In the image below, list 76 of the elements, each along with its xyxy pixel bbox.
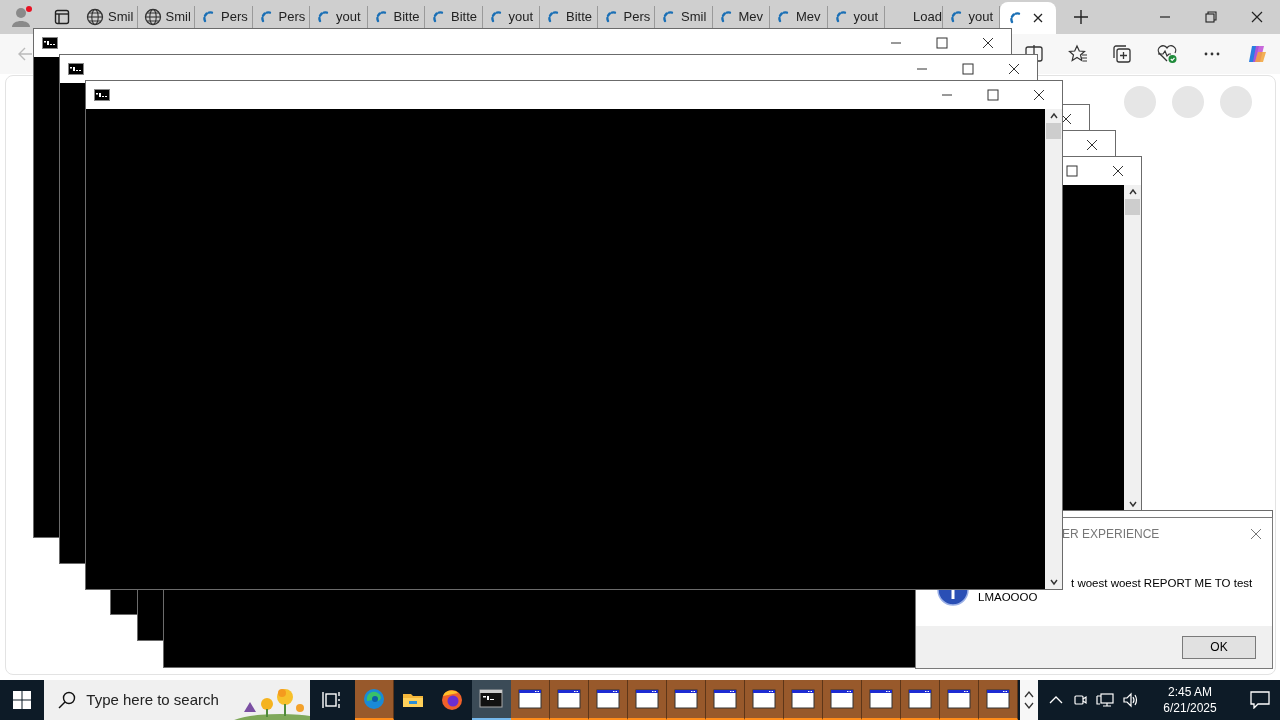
taskbar-app-button[interactable] bbox=[354, 680, 394, 720]
window-icon bbox=[712, 687, 737, 711]
close-icon[interactable] bbox=[1008, 63, 1020, 75]
console-icon bbox=[94, 89, 110, 101]
taskbar-app-button[interactable] bbox=[978, 680, 1018, 720]
close-tab-icon[interactable] bbox=[1032, 12, 1044, 24]
maximize-icon[interactable] bbox=[1066, 165, 1078, 177]
window-icon bbox=[673, 687, 698, 711]
browser-swirl-icon bbox=[361, 687, 386, 711]
camera-icon[interactable] bbox=[1072, 692, 1088, 708]
profile-icon[interactable] bbox=[11, 6, 33, 28]
task-view-icon[interactable] bbox=[322, 691, 343, 709]
volume-icon[interactable] bbox=[1122, 692, 1140, 708]
window-icon bbox=[595, 687, 620, 711]
scroll-down-icon[interactable] bbox=[1023, 702, 1034, 710]
notifications-icon[interactable] bbox=[1250, 691, 1270, 709]
window-icon bbox=[868, 687, 893, 711]
dialog-title: ER EXPERIENCE bbox=[1061, 526, 1160, 543]
close-icon[interactable] bbox=[1251, 11, 1263, 23]
taskbar-app-button[interactable] bbox=[549, 680, 589, 720]
taskbar-app-button[interactable] bbox=[900, 680, 940, 720]
search-icon bbox=[58, 691, 77, 709]
maximize-icon[interactable] bbox=[936, 37, 948, 49]
tab-actions-icon[interactable] bbox=[54, 9, 70, 25]
window-icon bbox=[751, 687, 776, 711]
maximize-icon[interactable] bbox=[987, 89, 999, 101]
globe-icon bbox=[143, 8, 162, 26]
scrollbar[interactable] bbox=[1045, 109, 1062, 589]
taskbar-app-button[interactable] bbox=[783, 680, 823, 720]
taskbar-app-button[interactable] bbox=[939, 680, 979, 720]
close-icon[interactable] bbox=[1060, 113, 1072, 125]
taskbar-app-button[interactable] bbox=[666, 680, 706, 720]
copilot-icon[interactable] bbox=[1246, 43, 1268, 65]
scroll-thumb[interactable] bbox=[1046, 123, 1061, 139]
taskbar-app-button[interactable] bbox=[705, 680, 745, 720]
favorites-icon[interactable] bbox=[1068, 44, 1088, 64]
network-icon[interactable] bbox=[1096, 692, 1114, 708]
close-icon[interactable] bbox=[1033, 89, 1045, 101]
globe-icon bbox=[86, 8, 104, 26]
browser-tab[interactable] bbox=[1000, 2, 1056, 34]
dialog-message: t woest woest REPORT ME TO test bbox=[1071, 576, 1253, 591]
window-icon bbox=[907, 687, 932, 711]
window-icon bbox=[517, 687, 542, 711]
taskbar-app-button[interactable] bbox=[627, 680, 667, 720]
console-icon bbox=[42, 37, 58, 49]
taskbar-app-button[interactable] bbox=[471, 680, 511, 720]
collections-icon[interactable] bbox=[1112, 44, 1132, 64]
close-icon[interactable] bbox=[1086, 139, 1098, 151]
taskbar-app-button[interactable] bbox=[588, 680, 628, 720]
window-icon bbox=[790, 687, 815, 711]
scrollbar[interactable] bbox=[1124, 185, 1141, 511]
close-icon[interactable] bbox=[982, 37, 994, 49]
window-icon bbox=[634, 687, 659, 711]
scroll-up-icon[interactable] bbox=[1023, 690, 1034, 698]
search-field[interactable]: Type here to search bbox=[44, 680, 311, 720]
console-icon bbox=[68, 63, 84, 75]
taskbar-app-button[interactable] bbox=[822, 680, 862, 720]
maximize-icon[interactable] bbox=[962, 63, 974, 75]
new-tab-icon[interactable] bbox=[1073, 9, 1089, 25]
taskbar-app-button[interactable] bbox=[510, 680, 550, 720]
ok-button[interactable]: OK bbox=[1182, 635, 1256, 659]
taskbar-app-button[interactable] bbox=[861, 680, 901, 720]
window-icon bbox=[985, 687, 1010, 711]
window-icon bbox=[556, 687, 581, 711]
browser-health-icon[interactable] bbox=[1156, 44, 1178, 64]
restore-icon[interactable] bbox=[1205, 11, 1217, 23]
close-icon[interactable] bbox=[1112, 165, 1124, 177]
fox-globe-icon bbox=[440, 688, 465, 712]
windows-icon bbox=[13, 691, 32, 709]
window-icon bbox=[946, 687, 971, 711]
dialog-message: LMAOOOO bbox=[978, 590, 1038, 605]
window-icon bbox=[829, 687, 854, 711]
console-icon bbox=[479, 687, 504, 711]
scroll-thumb[interactable] bbox=[1125, 199, 1140, 215]
clock[interactable]: 2:45 AM 6/21/2025 bbox=[1148, 680, 1232, 720]
taskbar-app-button[interactable] bbox=[744, 680, 784, 720]
